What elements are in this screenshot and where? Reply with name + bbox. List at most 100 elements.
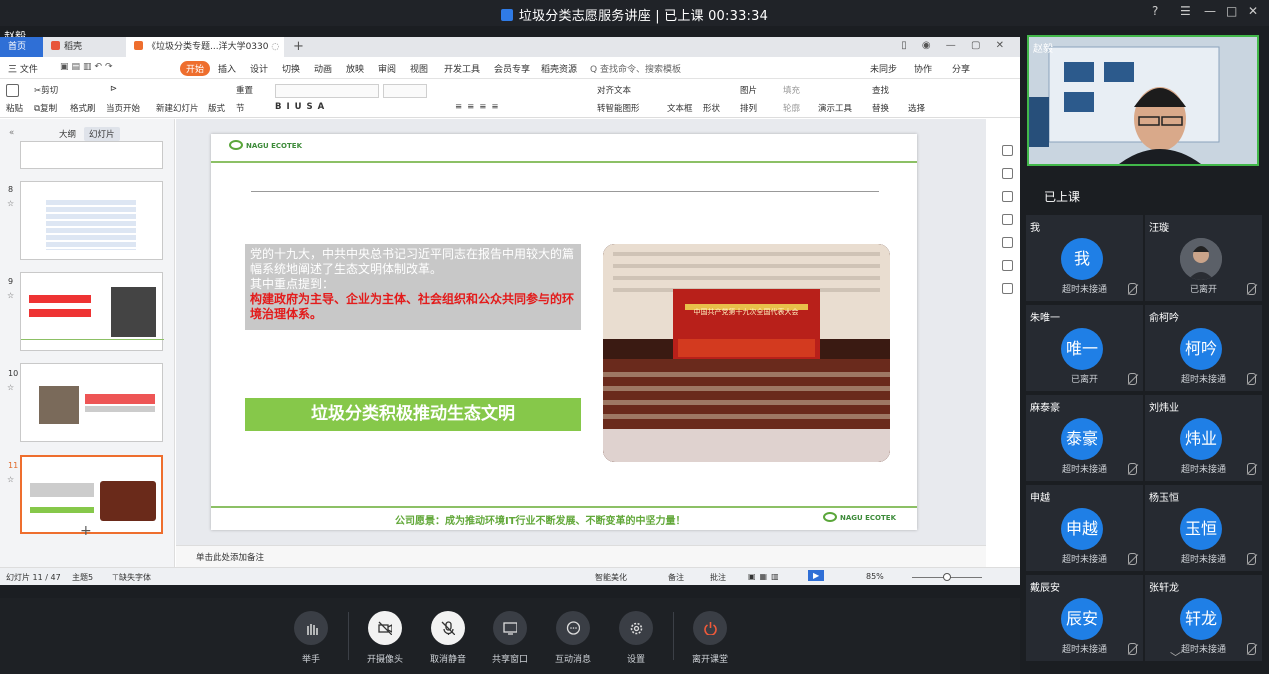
- tool-icon[interactable]: [1002, 191, 1013, 202]
- maximize-button[interactable]: □: [1226, 4, 1237, 18]
- menu-dev-tools[interactable]: 开发工具: [444, 62, 480, 75]
- teacher-camera[interactable]: 赵毅: [1027, 35, 1259, 166]
- menu-insert[interactable]: 插入: [218, 62, 236, 75]
- font-size-select[interactable]: [383, 84, 427, 98]
- smart-art-button[interactable]: 转智能图形: [597, 102, 640, 114]
- view-mode-icons[interactable]: ▣▦▥: [748, 572, 783, 581]
- share-button[interactable]: 分享: [952, 62, 970, 75]
- window-controls[interactable]: ▯ ◉ — ▢ ✕: [901, 40, 1010, 51]
- paste-button[interactable]: 粘贴: [6, 102, 23, 114]
- cut-button[interactable]: ✂剪切: [34, 84, 58, 96]
- paragraph-icons[interactable]: ≡≡≡≡: [455, 102, 504, 112]
- tool-icon[interactable]: [1002, 168, 1013, 179]
- participant-card[interactable]: 刘炜业 炜业 超时未接通: [1145, 395, 1262, 481]
- participant-card[interactable]: 申越 申越 超时未接通: [1026, 485, 1143, 571]
- new-slide-button[interactable]: 新建幻灯片: [156, 102, 199, 114]
- replace-button[interactable]: 替换: [872, 102, 889, 114]
- chevron-down-icon[interactable]: ﹀: [1170, 649, 1181, 665]
- quick-access-icons[interactable]: ▣▤▥↶↷: [60, 62, 116, 72]
- new-tab-button[interactable]: +: [293, 39, 304, 54]
- raise-hand-button[interactable]: 举手: [281, 611, 341, 665]
- find-button[interactable]: 查找: [872, 84, 889, 96]
- slide[interactable]: NAGU ECOTEK 党的十九大，中共中央总书记习近平同志在报告中用较大的篇幅…: [211, 134, 917, 530]
- comments-toggle[interactable]: 批注: [710, 572, 726, 583]
- tool-icon[interactable]: [1002, 283, 1013, 294]
- participant-card[interactable]: 朱唯一 唯一 已离开: [1026, 305, 1143, 391]
- play-icon[interactable]: ⊳: [110, 84, 117, 94]
- present-tools-button[interactable]: 演示工具: [818, 102, 852, 114]
- participant-card[interactable]: 汪璇 已离开: [1145, 215, 1262, 301]
- font-family-select[interactable]: [275, 84, 379, 98]
- slide-body-text[interactable]: 党的十九大，中共中央总书记习近平同志在报告中用较大的篇幅系统地阐述了生态文明体制…: [245, 244, 581, 330]
- add-slide-button[interactable]: +: [80, 523, 92, 539]
- share-window-button[interactable]: 共享窗口: [480, 611, 540, 665]
- unmute-button[interactable]: 取消静音: [418, 611, 478, 665]
- interactive-messages-button[interactable]: 互动消息: [543, 611, 603, 665]
- camera-button[interactable]: 开摄像头: [355, 611, 415, 665]
- settings-button[interactable]: 设置: [606, 611, 666, 665]
- minimize-button[interactable]: —: [1204, 4, 1216, 18]
- shape-button[interactable]: 形状: [703, 102, 720, 114]
- menu-start[interactable]: 开始: [180, 61, 211, 76]
- participant-card[interactable]: 戴辰安 辰安 超时未接通: [1026, 575, 1143, 661]
- leave-class-button[interactable]: 离开课堂: [680, 611, 740, 665]
- sync-status[interactable]: 未同步: [870, 62, 897, 75]
- slide-thumbnail-7[interactable]: [20, 141, 163, 169]
- fill-button[interactable]: 填充: [783, 84, 800, 96]
- congress-photo[interactable]: 中国共产党第十九次全国代表大会: [603, 244, 890, 462]
- menu-animation[interactable]: 动画: [314, 62, 332, 75]
- command-search[interactable]: Q 查找命令、搜索模板: [590, 62, 681, 75]
- participant-card[interactable]: 杨玉恒 玉恒 超时未接通: [1145, 485, 1262, 571]
- menu-daoke-resources[interactable]: 稻壳资源: [541, 62, 577, 75]
- participant-card[interactable]: 我 我 超时未接通: [1026, 215, 1143, 301]
- menu-file[interactable]: 三 文件: [8, 62, 38, 75]
- menu-slideshow[interactable]: 放映: [346, 62, 364, 75]
- reset-button[interactable]: 重置: [236, 84, 253, 96]
- select-button[interactable]: 选择: [908, 102, 925, 114]
- slide-banner[interactable]: 垃圾分类积极推动生态文明: [245, 398, 581, 431]
- align-text-button[interactable]: 对齐文本: [597, 84, 631, 96]
- participant-card[interactable]: 俞柯吟 柯吟 超时未接通: [1145, 305, 1262, 391]
- menu-icon[interactable]: ☰: [1180, 4, 1191, 18]
- copy-button[interactable]: ⧉复制: [34, 102, 57, 114]
- close-button[interactable]: ✕: [1248, 4, 1258, 18]
- collaborate-button[interactable]: 协作: [914, 62, 932, 75]
- picture-button[interactable]: 图片: [740, 84, 757, 96]
- menu-transition[interactable]: 切换: [282, 62, 300, 75]
- tool-icon[interactable]: [1002, 214, 1013, 225]
- menu-view[interactable]: 视图: [410, 62, 428, 75]
- notes-toggle[interactable]: 备注: [668, 572, 684, 583]
- tool-icon[interactable]: [1002, 237, 1013, 248]
- tab-outline[interactable]: 大纲: [54, 127, 81, 141]
- participant-card[interactable]: 张轩龙 轩龙 超时未接通: [1145, 575, 1262, 661]
- section-button[interactable]: 节: [236, 102, 245, 114]
- tab-slides[interactable]: 幻灯片: [84, 127, 120, 141]
- tab-daoke[interactable]: 稻壳: [43, 37, 125, 57]
- arrange-button[interactable]: 排列: [740, 102, 757, 114]
- paste-icon[interactable]: [6, 84, 21, 97]
- tab-document[interactable]: 《垃圾分类专题...洋大学0330 ◌ ✕: [126, 37, 284, 72]
- play-slideshow-button[interactable]: ▶: [808, 570, 825, 581]
- slide-thumbnail-10[interactable]: [20, 363, 163, 442]
- smart-beautify[interactable]: 智能美化: [595, 572, 627, 583]
- menu-design[interactable]: 设计: [250, 62, 268, 75]
- help-icon[interactable]: ?: [1152, 4, 1158, 18]
- textbox-button[interactable]: 文本框: [667, 102, 693, 114]
- participant-card[interactable]: 麻泰豪 泰豪 超时未接通: [1026, 395, 1143, 481]
- tool-icon[interactable]: [1002, 260, 1013, 271]
- format-brush-button[interactable]: 格式刷: [70, 102, 96, 114]
- menu-review[interactable]: 审阅: [378, 62, 396, 75]
- layout-button[interactable]: 版式: [208, 102, 225, 114]
- slide-thumbnail-8[interactable]: [20, 181, 163, 260]
- tab-home[interactable]: 首页: [0, 37, 43, 57]
- collapse-icon[interactable]: «: [4, 127, 19, 139]
- from-current-button[interactable]: 当页开始: [106, 102, 140, 114]
- zoom-handle[interactable]: [943, 573, 951, 581]
- menu-vip[interactable]: 会员专享: [494, 62, 530, 75]
- missing-font[interactable]: ⊤缺失字体: [112, 572, 151, 583]
- outline-button[interactable]: 轮廓: [783, 102, 800, 114]
- font-format-icons[interactable]: BIUSA: [275, 102, 329, 112]
- tool-icon[interactable]: [1002, 145, 1013, 156]
- slide-thumbnail-9[interactable]: [20, 272, 164, 351]
- notes-area[interactable]: 单击此处添加备注: [176, 545, 986, 567]
